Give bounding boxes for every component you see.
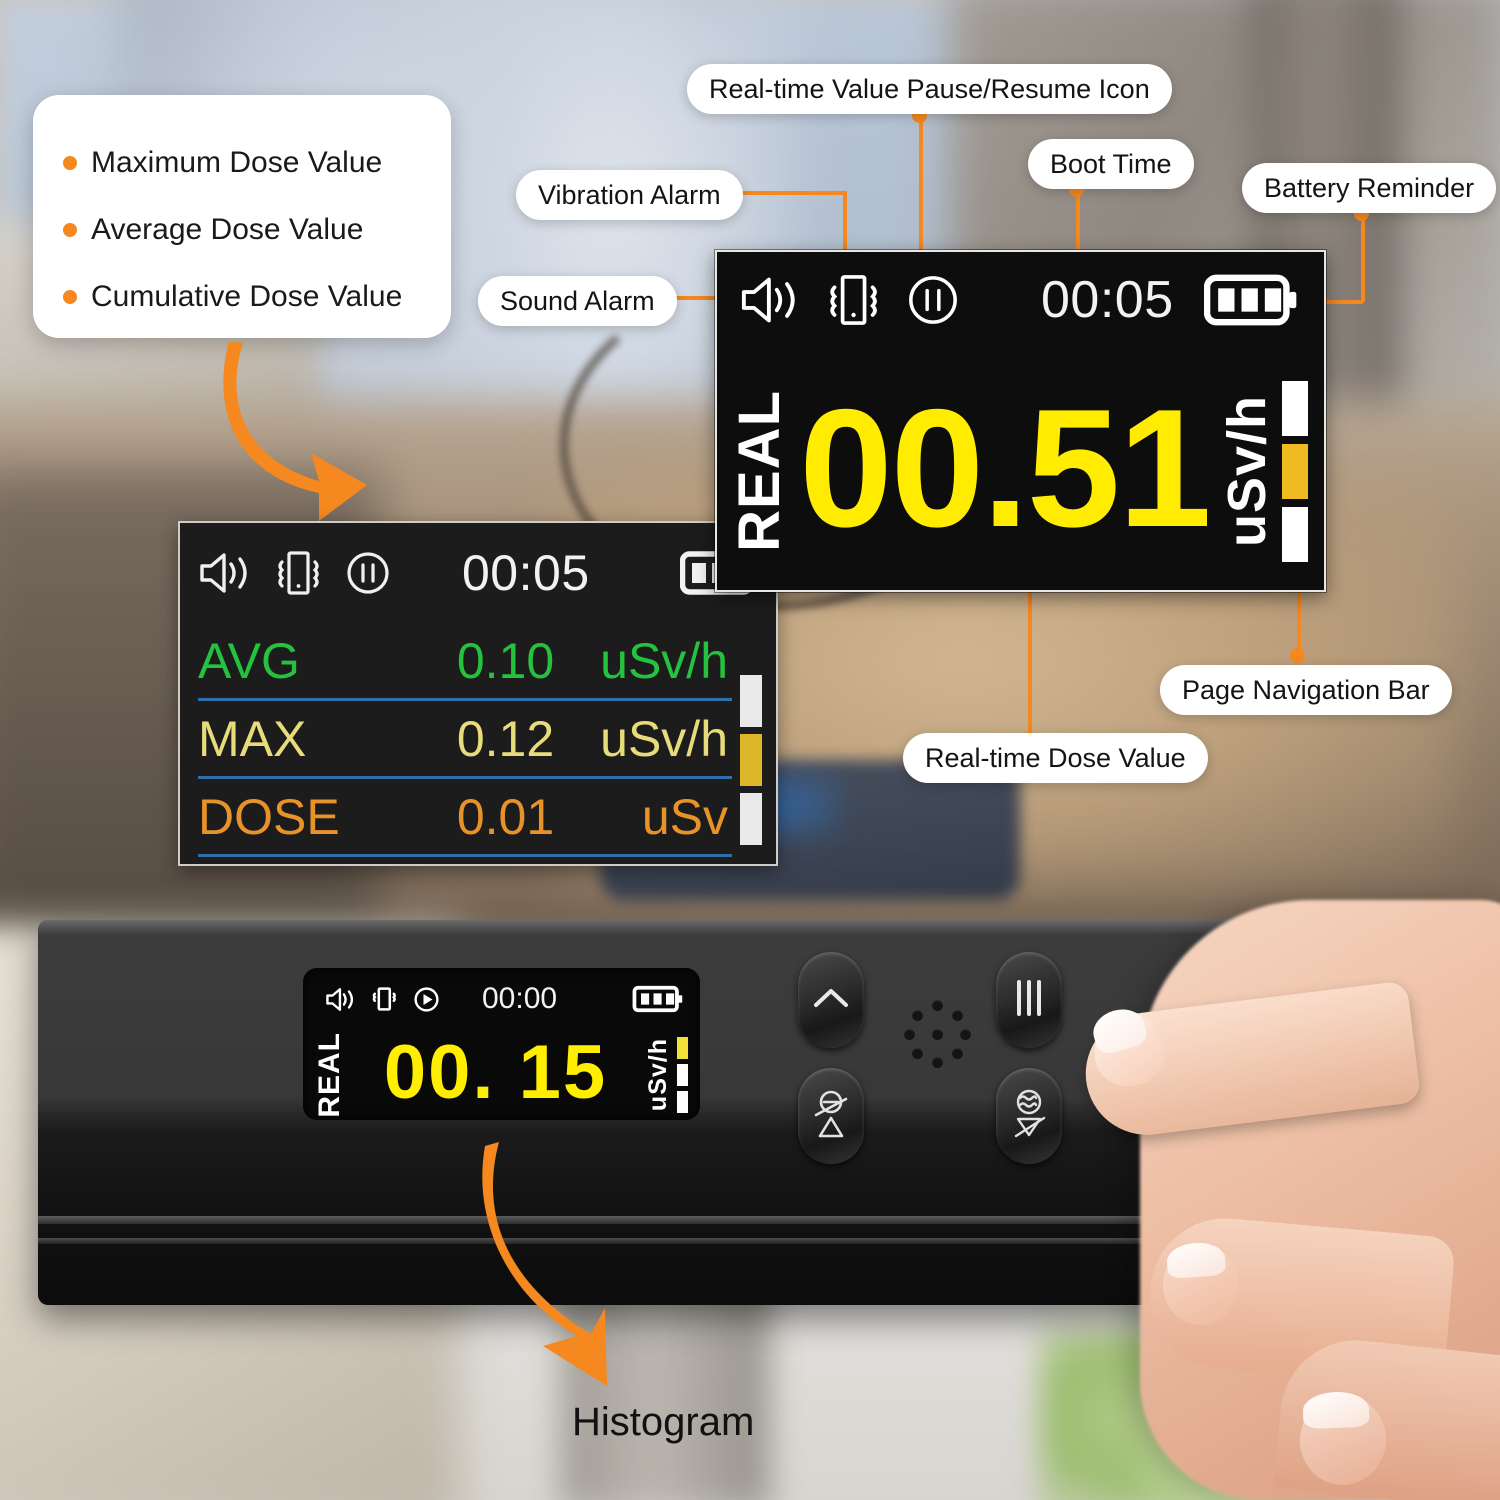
bullet-dot-icon xyxy=(63,289,77,304)
pause-icon[interactable] xyxy=(344,549,392,597)
bullet-dot-icon xyxy=(63,222,77,237)
bullet-dot-icon xyxy=(63,155,77,170)
fingernail-tip xyxy=(1302,1390,1370,1430)
page-navigation-bar[interactable] xyxy=(677,1037,688,1113)
vibration-icon[interactable] xyxy=(823,272,883,328)
leader-line-battery-v xyxy=(1361,210,1365,302)
stat-unit: uSv xyxy=(641,788,728,845)
nav-segment-2-active[interactable] xyxy=(1282,443,1308,499)
table-row: MAX 0.12 uSv/h xyxy=(198,701,732,779)
nav-segment-3[interactable] xyxy=(1282,506,1308,562)
battery-icon xyxy=(1204,272,1300,328)
table-row: AVG 0.10 uSv/h xyxy=(198,623,732,701)
main-status-bar: 00:05 xyxy=(717,252,1324,348)
callout-label: Boot Time xyxy=(1050,149,1172,179)
callout-label: Battery Reminder xyxy=(1264,173,1475,203)
nav-segment-1-active[interactable] xyxy=(677,1037,688,1059)
vibration-icon[interactable] xyxy=(369,985,399,1013)
speaker-icon[interactable] xyxy=(198,551,252,595)
stat-unit: uSv/h xyxy=(600,710,728,767)
mode-label: REAL xyxy=(313,1032,346,1118)
stats-boot-time: 00:05 xyxy=(462,545,590,601)
stats-status-bar: 00:05 xyxy=(180,523,776,623)
device-screen: 00:00 REAL 00. 15 uSv/h xyxy=(303,968,700,1120)
leader-line-pause xyxy=(919,112,923,255)
nav-segment-1[interactable] xyxy=(740,675,762,727)
device-top-edge xyxy=(38,920,1373,934)
nav-segment-2[interactable] xyxy=(677,1064,688,1086)
arrow-info-to-stats xyxy=(223,341,367,521)
device-reading-row: REAL 00. 15 uSv/h xyxy=(303,1030,700,1120)
callout-pause-resume: Real-time Value Pause/Resume Icon xyxy=(687,64,1172,115)
arrow-device-to-histogram xyxy=(482,1142,607,1386)
page-navigation-bar[interactable] xyxy=(1282,380,1308,562)
pause-icon[interactable] xyxy=(905,272,961,328)
callout-label: Page Navigation Bar xyxy=(1182,675,1430,705)
unit-label: uSv/h xyxy=(1217,394,1277,548)
callout-sound-alarm: Sound Alarm xyxy=(478,276,677,327)
realtime-dose-value: 00.51 xyxy=(799,374,1211,562)
list-item: Average Dose Value xyxy=(63,196,421,263)
page-navigation-bar[interactable] xyxy=(740,675,762,864)
table-row: DOSE 0.01 uSv xyxy=(198,779,732,857)
chevron-up-icon xyxy=(812,986,850,1015)
main-reading-row: REAL 00.51 uSv/h xyxy=(717,348,1324,590)
stat-unit: uSv/h xyxy=(600,632,728,689)
callout-label: Real-time Value Pause/Resume Icon xyxy=(709,74,1150,104)
dose-values-info-card: Maximum Dose Value Average Dose Value Cu… xyxy=(33,95,451,338)
stats-table: AVG 0.10 uSv/h MAX 0.12 uSv/h DOSE 0.01 … xyxy=(180,623,776,864)
nav-segment-1[interactable] xyxy=(1282,380,1308,436)
alarm-mute-button[interactable] xyxy=(798,1068,864,1164)
speaker-icon[interactable] xyxy=(325,987,356,1012)
stat-label: MAX xyxy=(198,710,307,767)
mode-label: REAL xyxy=(727,390,792,552)
stats-display-screen: 00:05 AVG 0.10 uSv/h MAX 0.12 uSv/h DOSE… xyxy=(178,521,778,866)
vibration-mute-button[interactable] xyxy=(996,1068,1062,1164)
unit-label: uSv/h xyxy=(644,1038,672,1112)
callout-battery: Battery Reminder xyxy=(1242,163,1497,214)
vibration-icon[interactable] xyxy=(272,549,324,597)
device-boot-time: 00:00 xyxy=(482,982,558,1015)
three-bars-icon xyxy=(1012,978,1046,1023)
alarm-mute-icon xyxy=(810,1088,852,1145)
stat-label: DOSE xyxy=(198,788,340,845)
power-up-button[interactable] xyxy=(798,952,864,1048)
callout-label: Real-time Dose Value xyxy=(925,743,1186,773)
main-display-screen: 00:05 REAL 00.51 uSv/h xyxy=(715,250,1326,592)
stats-rows: AVG 0.10 uSv/h MAX 0.12 uSv/h DOSE 0.01 … xyxy=(180,623,740,864)
leader-line-vibration-v xyxy=(843,191,847,257)
leader-dot-nav xyxy=(1290,648,1305,663)
device-status-bar: 00:00 xyxy=(303,968,700,1030)
leader-line-boot xyxy=(1076,186,1080,260)
stat-value: 0.01 xyxy=(456,788,555,845)
main-boot-time: 00:05 xyxy=(1041,271,1174,329)
callout-histogram: Histogram xyxy=(572,1400,754,1445)
callout-label: Sound Alarm xyxy=(500,286,655,316)
list-item: Maximum Dose Value xyxy=(63,129,421,196)
callout-label: Vibration Alarm xyxy=(538,180,721,210)
dose-values-list: Maximum Dose Value Average Dose Value Cu… xyxy=(63,129,421,330)
nav-segment-3[interactable] xyxy=(740,793,762,845)
callout-boot-time: Boot Time xyxy=(1028,139,1194,190)
play-icon[interactable] xyxy=(412,985,441,1014)
battery-icon xyxy=(631,984,686,1014)
nav-segment-2-active[interactable] xyxy=(740,734,762,786)
speaker-grille-icon xyxy=(904,1000,972,1068)
stat-value: 0.12 xyxy=(456,710,555,767)
stat-label: AVG xyxy=(198,632,300,689)
callout-realtime-dose: Real-time Dose Value xyxy=(903,733,1208,784)
speaker-icon[interactable] xyxy=(739,275,801,325)
vibration-mute-icon xyxy=(1007,1088,1051,1145)
nav-segment-3[interactable] xyxy=(677,1091,688,1113)
realtime-dose-value: 00. 15 xyxy=(383,1030,608,1115)
callout-vibration-alarm: Vibration Alarm xyxy=(516,170,743,221)
stat-value: 0.10 xyxy=(456,632,555,689)
bullet-label: Cumulative Dose Value xyxy=(91,279,403,313)
list-item: Cumulative Dose Value xyxy=(63,263,421,330)
bullet-label: Average Dose Value xyxy=(91,212,364,246)
menu-button[interactable] xyxy=(996,952,1062,1048)
callout-label: Histogram xyxy=(572,1400,755,1444)
bullet-label: Maximum Dose Value xyxy=(91,145,383,179)
callout-page-navigation: Page Navigation Bar xyxy=(1160,665,1452,716)
